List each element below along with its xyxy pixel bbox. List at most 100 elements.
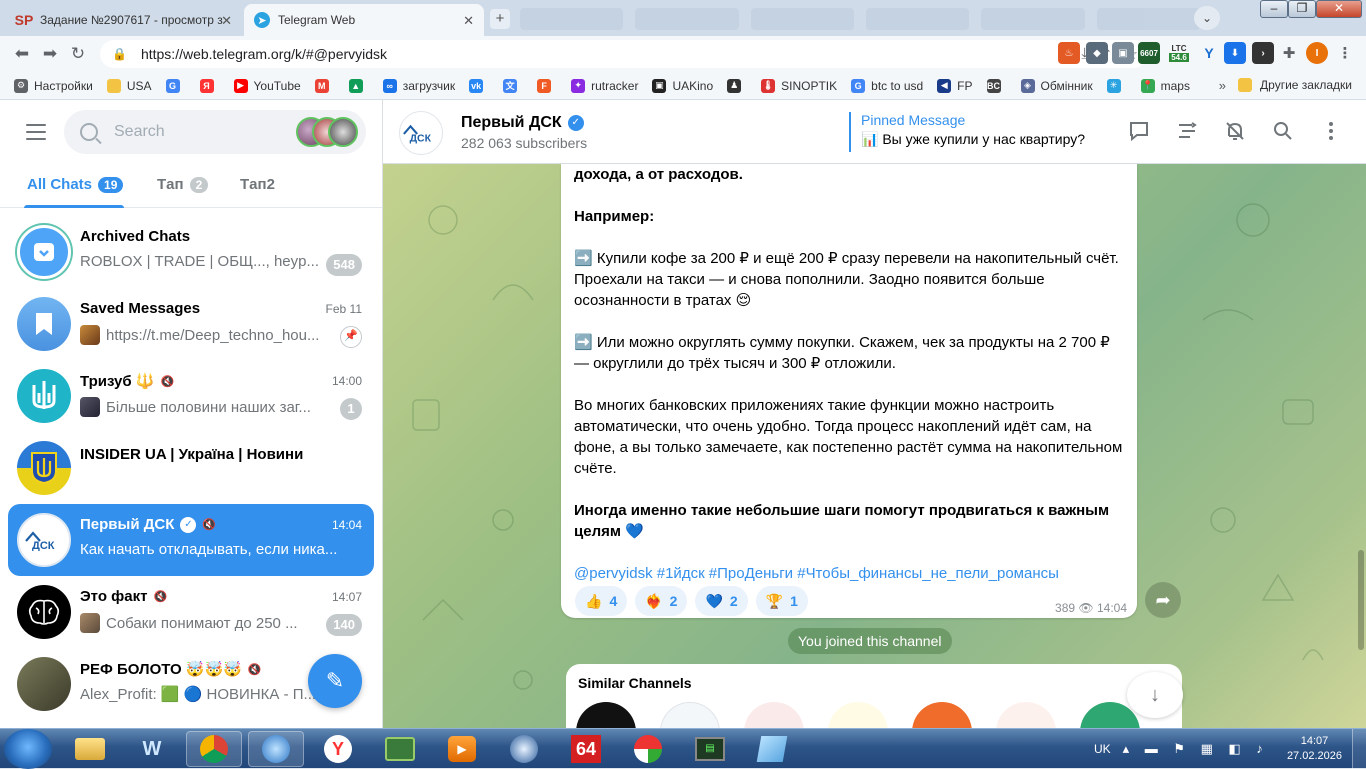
bookmark-maps[interactable]: 📍 maps — [1140, 78, 1190, 93]
ext-v-icon[interactable]: Y — [1198, 42, 1220, 64]
similar-channel-avatar[interactable] — [912, 702, 972, 728]
tab-tap[interactable]: Tап 2 — [157, 176, 209, 193]
browser-tab-telegram[interactable]: ➤ Telegram Web ✕ — [244, 4, 484, 36]
scrollbar[interactable] — [1358, 550, 1364, 650]
yandex-browser-icon[interactable]: Y — [310, 731, 366, 767]
bookmark-sinoptik[interactable]: 🌡 SINOPTIK — [761, 78, 837, 93]
bookmark-gmail-icon[interactable]: M — [314, 78, 335, 93]
close-window-button[interactable]: ✕ — [1316, 0, 1362, 18]
preview-thumbnail — [80, 325, 100, 345]
scroll-down-arrow-icon[interactable]: ↓ — [1127, 672, 1183, 718]
close-tab-icon[interactable]: ✕ — [221, 13, 232, 29]
similar-channel-avatar[interactable] — [660, 702, 720, 728]
chat-item-archived[interactable]: Archived Chats ROBLOX | TRADE | ОБЩ..., … — [8, 216, 374, 288]
reaction-thumbs-up[interactable]: 👍 4 — [575, 586, 628, 616]
chat-item-saved-messages[interactable]: Saved Messages Feb 11 https://t.me/Deep_… — [8, 288, 374, 360]
chat-item-trizub[interactable]: Тризуб 🔱 🔇 14:00 Більше половини наших за… — [8, 360, 374, 432]
comments-icon[interactable] — [1128, 120, 1150, 142]
similar-channel-avatar[interactable] — [996, 702, 1056, 728]
minimize-button[interactable]: – — [1260, 0, 1288, 18]
close-tab-icon[interactable]: ✕ — [463, 13, 474, 29]
similar-channel-avatar[interactable] — [744, 702, 804, 728]
bookmark-youtube[interactable]: ▶ YouTube — [233, 78, 301, 93]
mute-bell-icon[interactable] — [1224, 120, 1246, 142]
other-bookmarks[interactable]: Другие закладки — [1238, 78, 1352, 92]
maximize-button[interactable]: ❐ — [1288, 0, 1316, 18]
reaction-trophy[interactable]: 🏆 1 — [755, 586, 808, 616]
ext-ltc-icon[interactable]: LTC 54.6 — [1168, 42, 1190, 64]
chrome-icon[interactable] — [186, 731, 242, 767]
bookmark-vk-icon[interactable]: vk — [469, 78, 489, 93]
back-arrow-icon[interactable]: ⬅ — [8, 44, 36, 64]
channel-header[interactable]: ДСК Первый ДСК ✓ 282 063 subscribers Pinn… — [383, 100, 1366, 164]
bookmark-загрузчик[interactable]: ∞ загрузчик — [382, 78, 455, 93]
similar-channel-avatar[interactable] — [576, 702, 636, 728]
similar-channels-card: Similar Channels — [566, 664, 1182, 728]
bookmark-обмінник[interactable]: ◈ Обмінник — [1020, 78, 1093, 93]
bookmark-btc-to-usd[interactable]: Gbtc to usd — [851, 78, 923, 93]
bookmark-rutracker[interactable]: ✦ rutracker — [571, 78, 638, 93]
pinned-message-bar[interactable]: Pinned Message 📊 Вы уже купили у нас ква… — [849, 112, 1085, 152]
chat-item-eto-fakt[interactable]: Это факт 🔇 14:07 Собаки понимают до 250 .… — [8, 576, 374, 648]
profile-avatar[interactable]: I — [1306, 42, 1328, 64]
more-options-icon[interactable] — [1320, 120, 1342, 142]
ext-box-icon[interactable]: ▣ — [1112, 42, 1134, 64]
menu-kebab-icon[interactable]: ⋮ — [1334, 42, 1356, 64]
start-button[interactable] — [4, 729, 52, 769]
bookmark-translate-icon[interactable]: 文 — [503, 78, 523, 93]
wise-icon[interactable]: W — [124, 731, 180, 767]
search-icon[interactable] — [1272, 120, 1294, 142]
media-player-icon[interactable]: ▶ — [434, 731, 490, 767]
bookmark-usa[interactable]: USA — [106, 78, 152, 93]
tab-search-chevron-icon[interactable]: ⌄ — [1194, 6, 1220, 30]
ext-fire-icon[interactable]: ♨ — [1058, 42, 1080, 64]
bookmark-google-icon[interactable]: G — [165, 78, 186, 93]
bookmark-figure-icon[interactable]: ♟ — [727, 78, 747, 93]
show-desktop-button[interactable] — [1352, 729, 1366, 769]
language-indicator[interactable]: UK — [1094, 742, 1111, 756]
ext-shield-icon[interactable]: ◆ — [1086, 42, 1108, 64]
ext-download-icon[interactable]: ⬇ — [1224, 42, 1246, 64]
tray-icons[interactable]: ▴ ▬ ⚑ ▦ ◧ ♪ — [1123, 741, 1269, 757]
explorer-icon[interactable] — [62, 731, 118, 767]
bookmark-yandex-icon[interactable]: Я — [199, 78, 220, 93]
search-input[interactable]: Search — [64, 110, 366, 154]
forward-arrow-icon[interactable]: ➡ — [36, 44, 64, 64]
reaction-blue-heart[interactable]: 💙 2 — [695, 586, 748, 616]
address-bar[interactable]: 🔒 https://web.telegram.org/k/#@pervyidsk… — [100, 40, 1148, 68]
similar-channel-avatar[interactable] — [828, 702, 888, 728]
forward-icon[interactable]: ➦ — [1145, 582, 1181, 618]
boost-icon[interactable] — [1176, 120, 1198, 142]
extensions-puzzle-icon[interactable]: ✚ — [1278, 42, 1300, 64]
tab-all-chats[interactable]: All Chats 19 — [27, 176, 124, 193]
chat-item-insider-ua[interactable]: INSIDER UA | Україна | Новини — [8, 432, 374, 504]
stories-avatars[interactable] — [296, 117, 358, 147]
new-tab-button[interactable]: + — [490, 9, 510, 29]
terminal-app-icon[interactable]: ▤ — [682, 731, 738, 767]
bookmark-fp[interactable]: ◀ FP — [937, 78, 973, 93]
menu-hamburger-icon[interactable] — [26, 124, 46, 145]
clock[interactable]: 14:07 27.02.2026 — [1277, 734, 1352, 764]
bookmark-snowflake-icon[interactable]: ✳ — [1106, 78, 1127, 93]
chat-item-pervyi-dsk[interactable]: ДСК Первый ДСК ✓ 🔇 14:04 Как начать отклад… — [8, 504, 374, 576]
app-64-icon[interactable]: 64 — [558, 731, 614, 767]
bookmark-drive-icon[interactable]: ▲ — [348, 78, 369, 93]
bookmark-f-icon[interactable]: F — [537, 78, 557, 93]
new-message-pencil-button[interactable]: ✎ — [308, 654, 362, 708]
reload-icon[interactable]: ↻ — [64, 44, 92, 64]
notepad-icon[interactable] — [744, 731, 800, 767]
app-green-icon[interactable] — [372, 731, 428, 767]
app-umbrella-icon[interactable] — [620, 731, 676, 767]
tab-tap2[interactable]: Tап2 — [240, 176, 275, 193]
bookmark-uakino[interactable]: ▣ UAKino — [652, 78, 713, 93]
browser-tab-task[interactable]: SP Задание №2907617 - просмотр з ✕ — [6, 4, 242, 36]
reaction-heart-fire[interactable]: ❤️‍🔥 2 — [635, 586, 688, 616]
post-hashtags[interactable]: @pervyidsk #1йдск #ПроДеньги #Чтобы_фина… — [574, 563, 1126, 584]
clock-app-icon[interactable] — [496, 731, 552, 767]
bookmark-bc-icon[interactable]: BC — [986, 78, 1007, 93]
ext-terminal-icon[interactable]: › — [1252, 42, 1274, 64]
bookmark-настройки[interactable]: ⚙ Настройки — [14, 78, 93, 93]
network-globe-icon[interactable] — [248, 731, 304, 767]
bookmarks-overflow-chevron-icon[interactable]: » — [1219, 78, 1226, 93]
ext-btc-icon[interactable]: 6607 — [1138, 42, 1160, 64]
